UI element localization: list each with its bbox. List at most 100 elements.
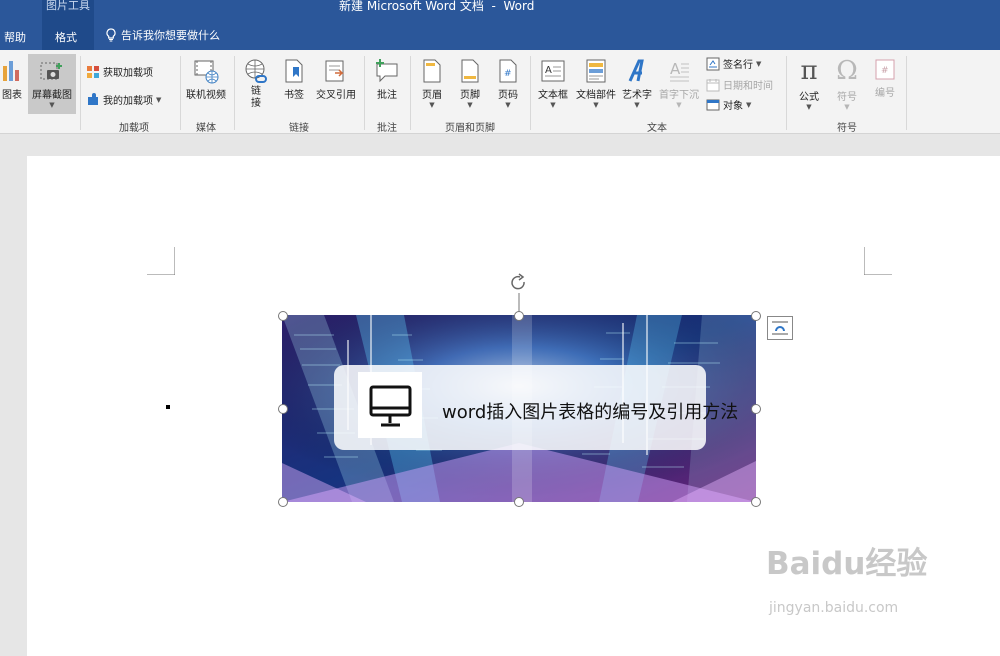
resize-handle-bottom-right[interactable] [751,497,761,507]
layout-options-button[interactable] [767,316,793,340]
cross-reference-button[interactable]: 交叉引用 [314,58,358,101]
page-number-label: 页码 [498,90,518,101]
date-time-label: 日期和时间 [723,81,773,92]
quick-parts-button[interactable]: 文档部件 ▼ [574,58,618,109]
drop-cap-button[interactable]: A 首字下沉 ▼ [656,58,702,109]
resize-handle-right[interactable] [751,404,761,414]
pi-icon: π [800,56,818,86]
puzzle-icon [88,92,98,105]
svg-text:A: A [670,60,681,78]
online-video-button[interactable]: 联机视频 [182,58,230,101]
tab-format[interactable]: 格式 [55,29,77,45]
quick-parts-label: 文档部件 [576,90,616,101]
online-video-icon [194,60,219,84]
get-addins-label: 获取加载项 [103,68,153,79]
numbering-button[interactable]: # 编号 [870,58,900,99]
text-box-dropdown-icon: ▼ [550,101,556,109]
equation-button[interactable]: π 公式 ▼ [794,56,824,111]
symbol-label: 符号 [837,92,857,103]
resize-handle-top[interactable] [514,311,524,321]
bookmark-icon [285,59,303,83]
screenshot-button[interactable]: 屏幕截图 ▼ [28,54,76,114]
tab-help[interactable]: 帮助 [4,29,26,45]
quick-parts-dropdown-icon: ▼ [593,101,599,109]
symbol-button[interactable]: Ω 符号 ▼ [832,56,862,111]
ribbon: 图表 屏幕截图 ▼ 获取加载项 我的加载项 ▼ 加载项 联机视频 媒体 链 接 … [0,50,1000,134]
image-caption: word插入图片表格的编号及引用方法 [442,402,738,423]
text-box-icon: A [541,60,565,82]
footer-icon [461,59,479,83]
equation-label: 公式 [799,92,819,103]
baidu-watermark: Baidu经验 [766,546,928,582]
tell-me-label: 告诉我你想要做什么 [121,29,220,42]
quick-parts-icon [586,59,606,83]
object-button[interactable]: 对象 ▼ [706,97,751,112]
resize-handle-top-right[interactable] [751,311,761,321]
symbols-group-label: 符号 [837,123,857,134]
margin-corner-top-left [147,247,175,275]
lightbulb-icon [106,28,116,42]
resize-handle-left[interactable] [278,404,288,414]
selected-image[interactable]: word插入图片表格的编号及引用方法 [282,315,756,502]
paragraph-anchor-mark [166,405,170,409]
margin-corner-top-right [864,247,892,275]
resize-handle-bottom-left[interactable] [278,497,288,507]
signature-line-icon [706,57,720,70]
page-number-icon: # [499,59,517,83]
wordart-button[interactable]: 艺术字 ▼ [620,58,654,109]
header-dropdown-icon: ▼ [429,101,435,109]
svg-text:#: # [504,69,512,79]
comment-label: 批注 [377,90,397,101]
date-time-button[interactable]: 日期和时间 [706,77,773,92]
resize-handle-top-left[interactable] [278,311,288,321]
comment-icon [376,59,398,83]
footer-button[interactable]: 页脚 ▼ [456,58,484,109]
cross-reference-icon [325,60,344,82]
tech-background-image: word插入图片表格的编号及引用方法 [282,315,756,502]
links-group-label: 链接 [289,123,309,134]
store-icon [87,65,99,78]
comments-group-label: 批注 [377,123,397,134]
chart-icon [3,61,19,81]
tell-me-search[interactable]: 告诉我你想要做什么 [105,27,220,43]
object-label: 对象 [723,101,743,112]
resize-handle-bottom[interactable] [514,497,524,507]
wordart-icon [628,59,644,82]
signature-line-button[interactable]: 签名行 ▼ [706,56,761,71]
symbol-dropdown-icon: ▼ [844,103,850,111]
my-addins-button[interactable]: 我的加载项 ▼ [86,92,161,107]
chart-label: 图表 [2,90,22,101]
chart-button[interactable]: 图表 [0,58,24,101]
numbering-label: 编号 [875,88,895,99]
link-icon [245,59,267,83]
svg-text:#: # [881,66,889,76]
baidu-watermark-url: jingyan.baidu.com [769,600,899,616]
new-comment-button[interactable]: 批注 [372,58,402,101]
addins-group-label: 加载项 [119,123,149,134]
bookmark-button[interactable]: 书签 [280,58,308,101]
object-icon [706,99,720,110]
drop-cap-icon: A [670,60,689,82]
document-title: 新建 Microsoft Word 文档 - Word [339,0,535,13]
equation-dropdown-icon: ▼ [806,103,812,111]
header-button[interactable]: 页眉 ▼ [418,58,446,109]
get-addins-button[interactable]: 获取加载项 [86,64,153,79]
wrap-text-icon [772,321,788,335]
page-number-button[interactable]: # 页码 ▼ [494,58,522,109]
text-box-label: 文本框 [538,90,568,101]
bookmark-label: 书签 [284,90,304,101]
page-number-dropdown-icon: ▼ [505,101,511,109]
cross-reference-label: 交叉引用 [316,90,356,101]
text-group-label: 文本 [647,123,667,134]
my-addins-dropdown-icon: ▼ [156,95,162,104]
link-label: 链 接 [251,86,261,109]
calendar-icon [706,78,720,91]
header-footer-group-label: 页眉和页脚 [445,123,495,134]
numbering-icon: # [875,59,895,80]
title-bar: 图片工具 新建 Microsoft Word 文档 - Word 帮助 格式 告… [0,0,1000,50]
rotate-handle[interactable] [508,273,532,315]
text-box-button[interactable]: A 文本框 ▼ [536,58,570,109]
screenshot-icon [40,62,62,80]
link-button[interactable]: 链 接 [240,58,272,110]
header-label: 页眉 [422,90,442,101]
